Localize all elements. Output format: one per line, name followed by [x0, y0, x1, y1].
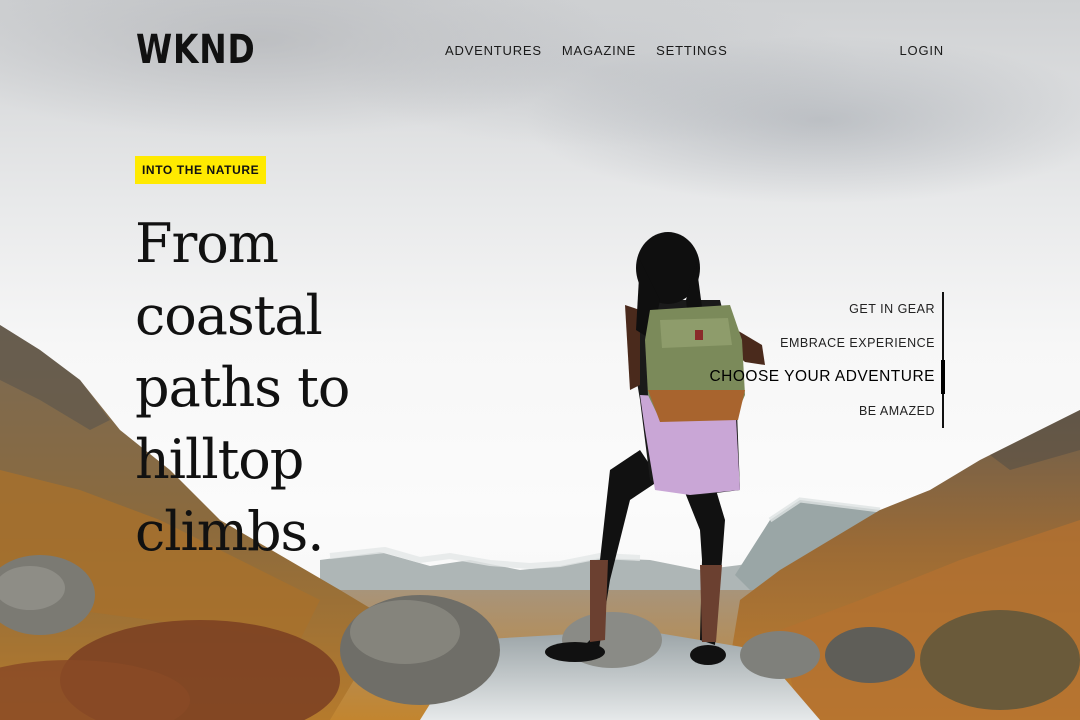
wknd-logo[interactable]: WKND: [136, 28, 256, 72]
carousel-item-embrace-experience[interactable]: EMBRACE EXPERIENCE: [682, 326, 942, 360]
hero-banner: WKND ADVENTURES MAGAZINE SETTINGS LOGIN …: [0, 0, 1080, 720]
login-link[interactable]: LOGIN: [900, 43, 944, 58]
carousel-item-get-in-gear[interactable]: GET IN GEAR: [682, 292, 942, 326]
hero-headline: From coastal paths to hilltop climbs.: [135, 212, 350, 563]
category-badge: INTO THE NATURE: [135, 156, 267, 184]
carousel-navigation: GET IN GEAR EMBRACE EXPERIENCE CHOOSE YO…: [682, 292, 945, 428]
carousel-item-be-amazed[interactable]: BE AMAZED: [682, 394, 942, 428]
nav-settings[interactable]: SETTINGS: [656, 43, 727, 58]
nav-magazine[interactable]: MAGAZINE: [562, 43, 636, 58]
nav-adventures[interactable]: ADVENTURES: [445, 43, 542, 58]
site-header: WKND ADVENTURES MAGAZINE SETTINGS LOGIN: [0, 0, 1080, 100]
carousel-item-choose-your-adventure[interactable]: CHOOSE YOUR ADVENTURE: [682, 360, 945, 394]
main-nav: ADVENTURES MAGAZINE SETTINGS: [445, 43, 728, 58]
